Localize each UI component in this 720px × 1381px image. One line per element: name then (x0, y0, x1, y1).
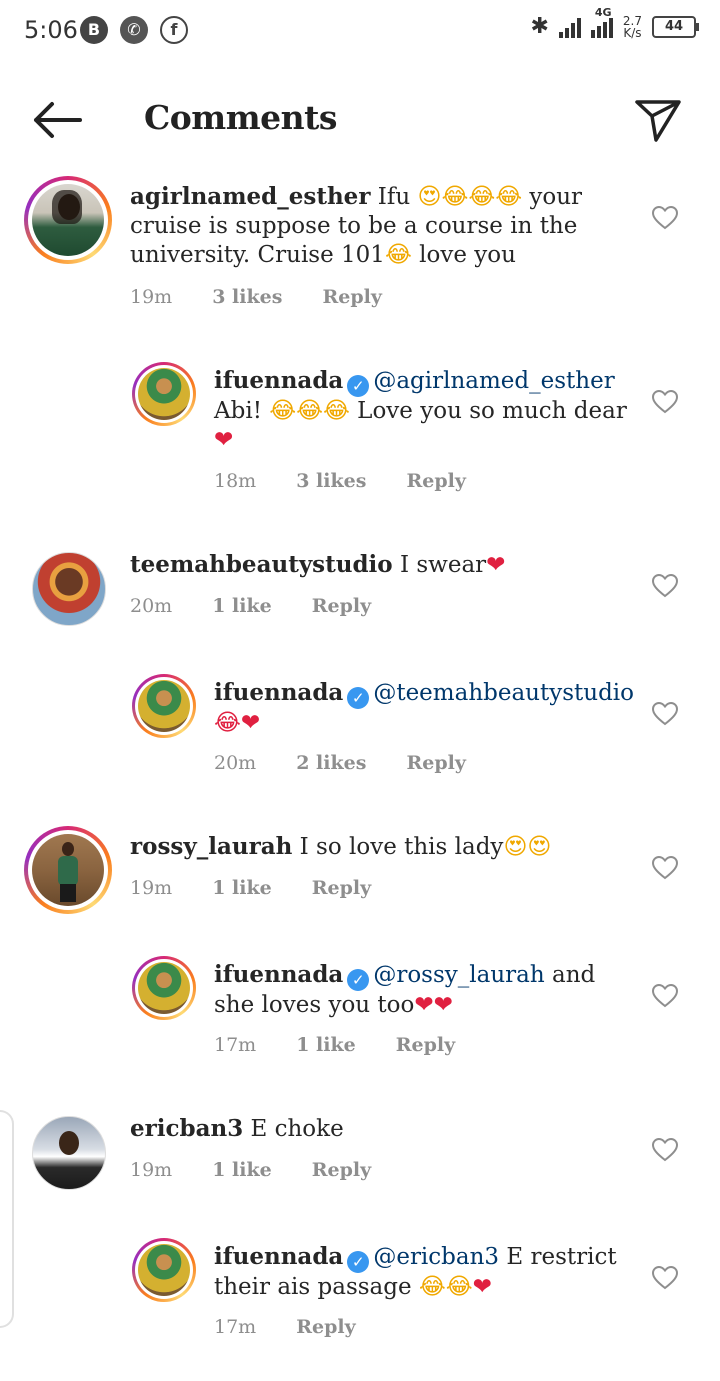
avatar[interactable] (132, 362, 196, 426)
comment-time: 18m (214, 470, 257, 492)
likes-count[interactable]: 1 like (296, 1034, 356, 1056)
reply-button[interactable]: Reply (312, 1159, 371, 1181)
verified-badge-icon: ✓ (347, 969, 370, 991)
verified-badge-icon: ✓ (347, 1251, 370, 1273)
comment-username[interactable]: agirlnamed_esther (130, 183, 370, 210)
mention-link[interactable]: @rossy_laurah (373, 962, 544, 988)
comment-meta: 17m Reply (214, 1316, 356, 1338)
likes-count[interactable]: 3 likes (296, 470, 366, 492)
signal-icon (558, 16, 581, 38)
reply-button[interactable]: Reply (406, 752, 465, 774)
comment-username[interactable]: ifuennada (214, 679, 343, 706)
avatar[interactable] (32, 552, 106, 626)
mention-link[interactable]: @agirlnamed_esther (373, 368, 614, 394)
heart-icon[interactable] (652, 206, 678, 230)
comment-username[interactable]: ifuennada (214, 961, 343, 988)
comment-username[interactable]: teemahbeautystudio (130, 551, 393, 578)
comment-time: 17m (214, 1034, 257, 1056)
comment-time: 19m (130, 286, 173, 308)
avatar[interactable] (24, 176, 112, 264)
status-right: ✱ 4G 2.7 K/s 44 (530, 6, 699, 40)
comment-time: 17m (214, 1316, 257, 1338)
comment-text: rossy_laurah I so love this lady😍😍 (130, 833, 552, 860)
heart-icon[interactable] (652, 1266, 678, 1290)
comment-meta: 17m 1 like Reply (214, 1034, 455, 1056)
heart-icon[interactable] (652, 856, 678, 880)
avatar[interactable] (132, 674, 196, 738)
avatar[interactable] (24, 826, 112, 914)
comment-time: 20m (214, 752, 257, 774)
comment-username[interactable]: rossy_laurah (130, 833, 292, 860)
reply-button[interactable]: Reply (312, 877, 371, 899)
status-time: 5:06 (24, 16, 78, 44)
heart-icon[interactable] (652, 574, 678, 598)
comment-time: 19m (130, 1159, 173, 1181)
comment-username[interactable]: ifuennada (214, 1243, 343, 1270)
comment-text: agirlnamed_esther Ifu 😍😂😂😂 your cruise i… (130, 183, 583, 268)
comment-text: ifuennada ✓ @rossy_laurah and she loves yo… (214, 961, 596, 1018)
net-speed: 2.7 K/s (622, 13, 642, 40)
page-title: Comments (144, 98, 337, 137)
comment-meta: 20m 2 likes Reply (214, 752, 466, 774)
comment-text: ifuennada ✓ @ericban3 E restrict their ais… (214, 1243, 617, 1300)
likes-count[interactable]: 1 like (212, 595, 272, 617)
verified-badge-icon: ✓ (347, 687, 370, 709)
reply-button[interactable]: Reply (296, 1316, 355, 1338)
comment-username[interactable]: ifuennada (214, 367, 343, 394)
comment-text: ifuennada ✓ @agirlnamed_esther Abi! 😂😂😂 Lo… (214, 367, 627, 453)
reply-button[interactable]: Reply (396, 1034, 455, 1056)
whatsapp-icon: ✆ (120, 16, 148, 44)
avatar[interactable] (132, 956, 196, 1020)
header: Comments (0, 70, 720, 170)
b-badge-icon: B (80, 16, 108, 44)
reply-button[interactable]: Reply (406, 470, 465, 492)
facebook-icon: f (160, 16, 188, 44)
signal-4g-icon: 4G (590, 6, 613, 38)
likes-count[interactable]: 1 like (212, 877, 272, 899)
comment-text: ericban3 E choke (130, 1115, 344, 1142)
comment-meta: 20m 1 like Reply (130, 595, 371, 617)
heart-icon[interactable] (652, 1138, 678, 1162)
comment-time: 20m (130, 595, 173, 617)
avatar[interactable] (32, 1116, 106, 1190)
likes-count[interactable]: 2 likes (296, 752, 366, 774)
heart-icon[interactable] (652, 984, 678, 1008)
comment-meta: 19m 1 like Reply (130, 1159, 371, 1181)
comment-meta: 19m 1 like Reply (130, 877, 371, 899)
back-arrow-icon[interactable] (30, 100, 82, 140)
heart-icon[interactable] (652, 390, 678, 414)
reply-button[interactable]: Reply (322, 286, 381, 308)
send-icon[interactable] (634, 98, 682, 144)
comment-text: ifuennada ✓ @teemahbeautystudio 😂❤ (214, 679, 635, 736)
bluetooth-icon: ✱ (530, 14, 549, 39)
battery-icon: 44 (652, 15, 699, 38)
comment-meta: 19m 3 likes Reply (130, 286, 382, 308)
status-bar: 5:06 B ✆ f ✱ 4G 2.7 K/s 44 (0, 0, 720, 64)
comment-username[interactable]: ericban3 (130, 1115, 243, 1142)
comment-text: teemahbeautystudio I swear❤ (130, 551, 506, 578)
avatar[interactable] (132, 1238, 196, 1302)
verified-badge-icon: ✓ (347, 375, 370, 397)
mention-link[interactable]: @ericban3 (373, 1244, 499, 1270)
likes-count[interactable]: 1 like (212, 1159, 272, 1181)
reply-button[interactable]: Reply (312, 595, 371, 617)
side-edge-handle[interactable] (0, 1110, 14, 1328)
mention-link[interactable]: @teemahbeautystudio (373, 680, 634, 706)
comment-time: 19m (130, 877, 173, 899)
likes-count[interactable]: 3 likes (212, 286, 282, 308)
comment-meta: 18m 3 likes Reply (214, 470, 466, 492)
heart-icon[interactable] (652, 702, 678, 726)
